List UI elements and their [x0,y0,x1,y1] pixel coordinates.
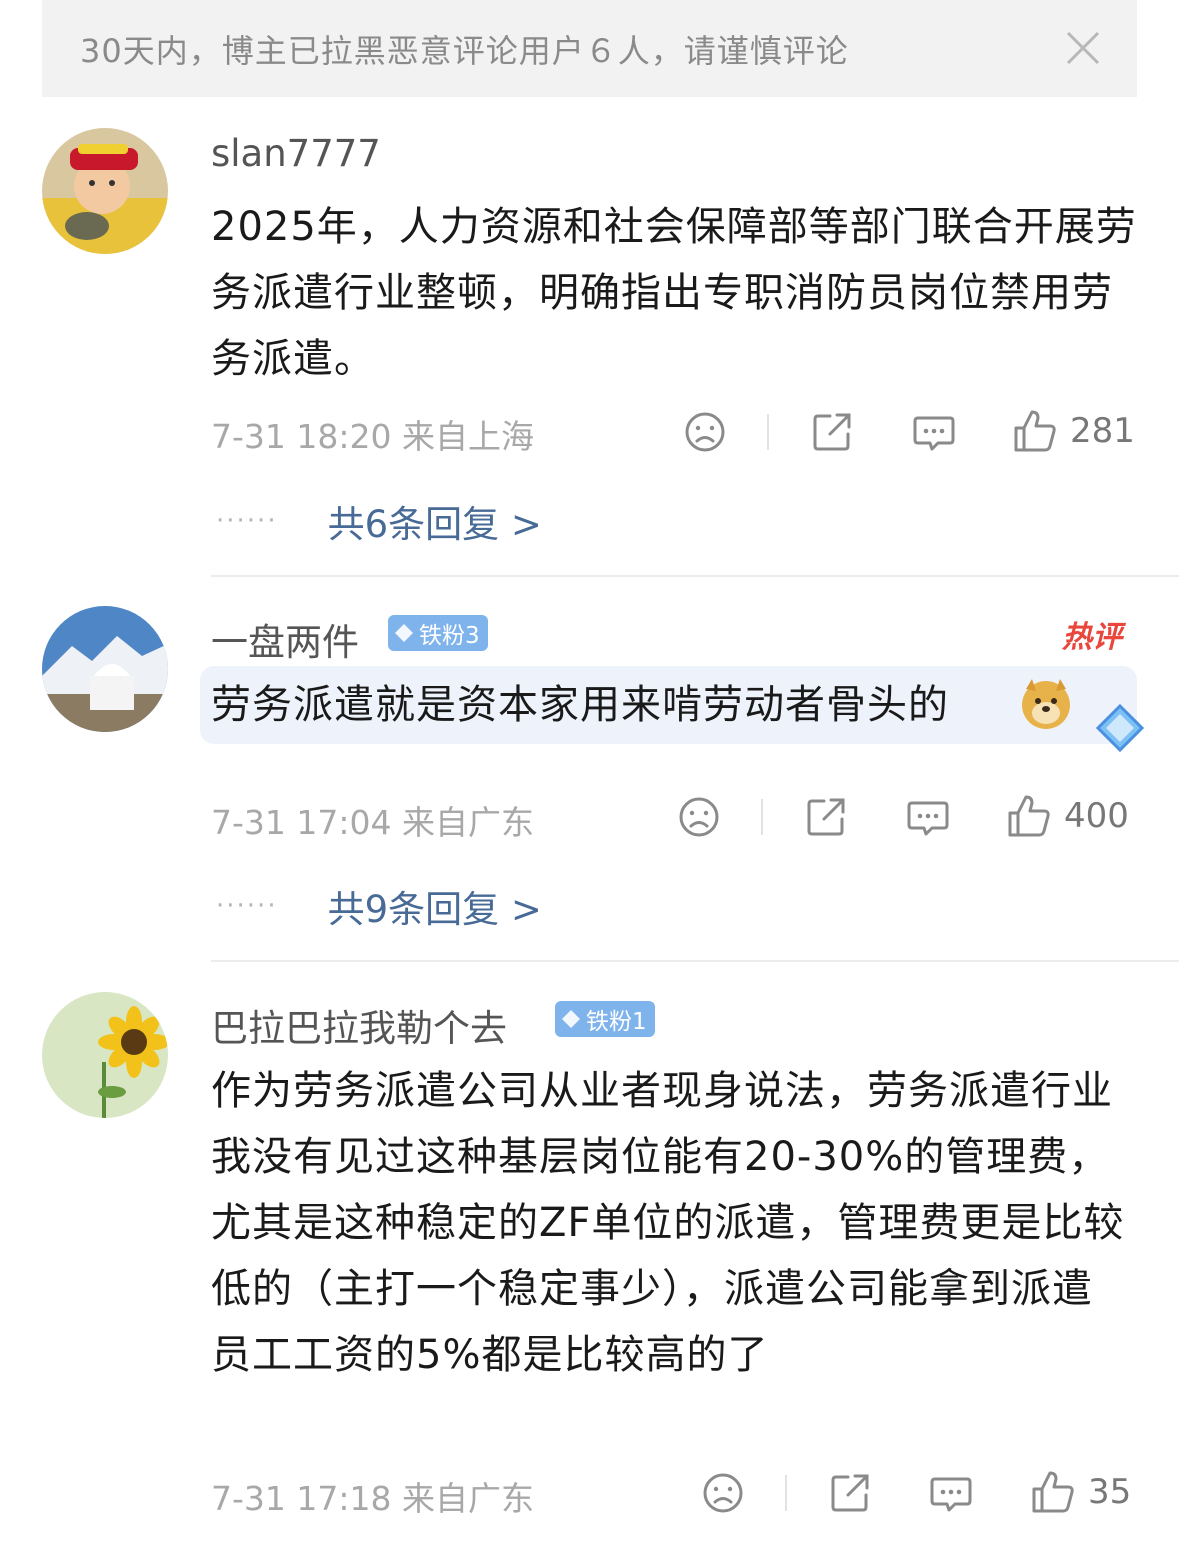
diamond-icon [1095,703,1145,753]
replies-count-label: 共9条回复 > [327,888,542,931]
like-button[interactable]: 281 [1012,408,1135,454]
badge-label: 铁粉1 [586,1009,647,1035]
fan-badge: 铁粉3 [388,615,488,651]
like-count: 400 [1064,796,1129,836]
thumbs-up-icon [1032,1471,1074,1513]
avatar[interactable] [42,992,168,1118]
diamond-icon [562,1010,580,1028]
notice-text: 30天内，博主已拉黑恶意评论用户６人，请谨慎评论 [80,31,849,70]
hot-comment-tag: 热评 [1062,620,1122,655]
comment-meta: 7-31 18:20 来自上海 [211,417,534,456]
view-replies-link[interactable]: ······ 共6条回复 > [216,494,542,548]
reply-dots: ······ [216,506,278,536]
dislike-button[interactable] [701,1471,745,1515]
comment-icon [930,1477,972,1512]
comment-icon [907,801,949,836]
fan-badge: 铁粉1 [555,1001,655,1037]
sad-face-icon [679,797,719,837]
like-count: 35 [1088,1472,1132,1512]
share-icon [831,1474,869,1512]
replies-count-label: 共6条回复 > [327,503,542,546]
username[interactable]: slan7777 [211,132,381,175]
comment-text: 作为劳务派遣公司从业者现身说法，劳务派遣行业我没有见过这种基层岗位能有20-30… [211,1068,1125,1378]
comment-meta: 7-31 17:04 来自广东 [211,803,534,842]
action-divider [761,799,763,835]
username[interactable]: 一盘两件 [211,612,359,666]
comment-separator [211,960,1179,962]
doge-emoji-icon [1022,679,1070,729]
avatar[interactable] [42,606,168,732]
action-divider [767,414,769,450]
sad-face-icon [685,412,725,452]
comment-button[interactable] [912,410,956,454]
diamond-icon [395,624,413,642]
close-icon[interactable] [1065,30,1101,66]
username[interactable]: 巴拉巴拉我勒个去 [211,998,507,1052]
share-icon [807,798,845,836]
comment-button[interactable] [929,1471,973,1515]
share-icon [813,413,851,451]
comment-meta: 7-31 17:18 来自广东 [211,1479,534,1518]
thumbs-up-icon [1008,795,1050,837]
share-button[interactable] [810,410,854,454]
reply-dots: ······ [216,891,278,921]
share-button[interactable] [828,1471,872,1515]
comment-button[interactable] [906,795,950,839]
blacklist-notice-banner: 30天内，博主已拉黑恶意评论用户６人，请谨慎评论 [42,0,1137,97]
share-button[interactable] [804,795,848,839]
like-button[interactable]: 35 [1030,1469,1131,1515]
like-button[interactable]: 400 [1006,793,1129,839]
comment-icon [913,416,955,451]
badge-label: 铁粉3 [419,623,480,649]
action-divider [785,1475,787,1511]
thumbs-up-icon [1014,410,1056,452]
avatar[interactable] [42,128,168,254]
view-replies-link[interactable]: ······ 共9条回复 > [216,879,542,933]
sad-face-icon [703,1473,743,1513]
like-count: 281 [1070,411,1135,451]
dislike-button[interactable] [683,410,727,454]
comment-text: 2025年，人力资源和社会保障部等部门联合开展劳务派遣行业整顿，明确指出专职消防… [211,204,1137,382]
dislike-button[interactable] [677,795,721,839]
comment-separator [211,575,1179,577]
comment-text: 劳务派遣就是资本家用来啃劳动者骨头的 [211,682,949,728]
